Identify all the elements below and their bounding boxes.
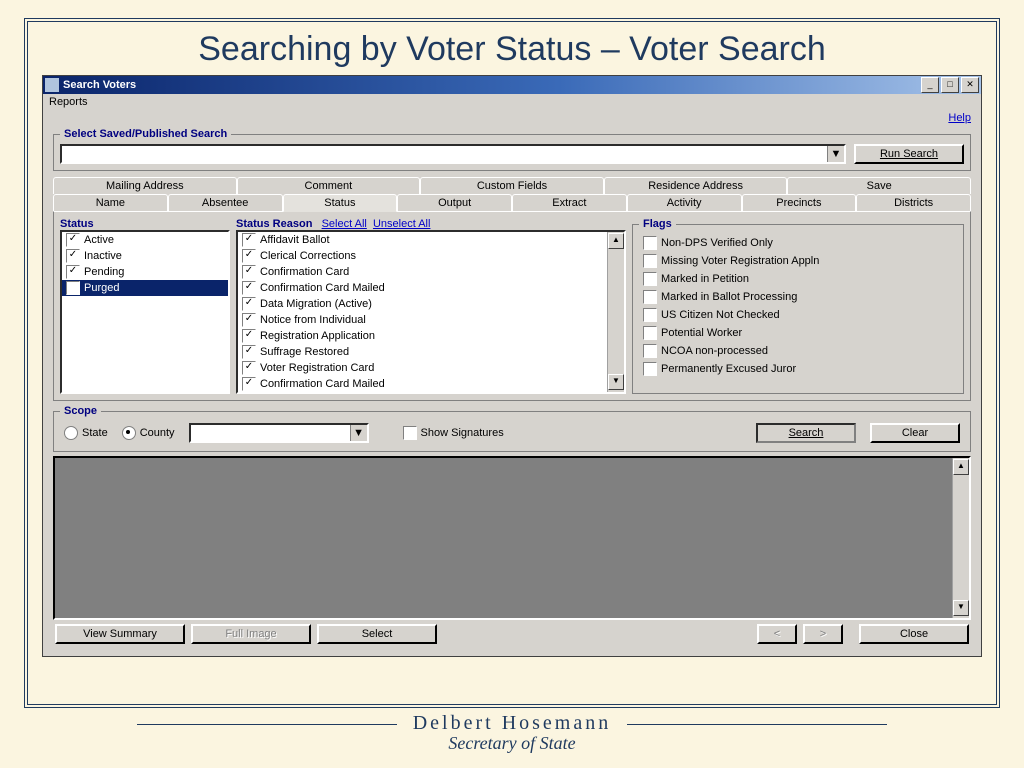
maximize-button[interactable]: □ [941,77,959,93]
select-button[interactable]: Select [317,624,437,644]
footer-office: Secretary of State [24,733,1000,754]
flag-item[interactable]: Marked in Petition [639,270,957,288]
dropdown-icon: ▼ [350,425,367,441]
status-reason-scrollbar[interactable]: ▲ ▼ [607,232,624,392]
status-reason-item[interactable]: ✓Notice from Individual [238,312,624,328]
tab-districts[interactable]: Districts [856,194,971,211]
window-titlebar: Search Voters _ □ ✕ [43,76,981,94]
status-reason-list[interactable]: ✓Affidavit Ballot✓Clerical Corrections✓C… [236,230,626,394]
status-item[interactable]: ✓Purged [62,280,228,296]
tab-name[interactable]: Name [53,194,168,211]
status-reason-item[interactable]: ✓Confirmation Card Mailed [238,376,624,392]
footer-name: Delbert Hosemann [24,712,1000,735]
flag-item[interactable]: Permanently Excused Juror [639,360,957,378]
tab-comment[interactable]: Comment [237,177,421,194]
dropdown-icon: ▼ [827,146,844,162]
window-title: Search Voters [63,79,919,91]
select-all-link[interactable]: Select All [322,218,367,230]
close-button[interactable]: Close [859,624,969,644]
results-area: ▲ ▼ [53,456,971,620]
help-link[interactable]: Help [948,112,971,124]
scroll-down-icon[interactable]: ▼ [608,374,624,390]
run-search-label: Run Search [880,148,938,160]
show-signatures-label: Show Signatures [421,427,504,439]
scroll-down-icon[interactable]: ▼ [953,600,969,616]
saved-search-group: Select Saved/Published Search ▼ Run Sear… [53,128,971,171]
bottom-toolbar: View Summary Full Image Select < > Close [53,620,971,648]
status-reason-item[interactable]: ✓Registration Application [238,328,624,344]
flag-item[interactable]: US Citizen Not Checked [639,306,957,324]
tab-residence-address[interactable]: Residence Address [604,177,788,194]
flag-item[interactable]: Marked in Ballot Processing [639,288,957,306]
flag-item[interactable]: NCOA non-processed [639,342,957,360]
status-list[interactable]: ✓Active✓Inactive✓Pending✓Purged [60,230,230,394]
clear-button[interactable]: Clear [870,423,960,443]
status-reason-item[interactable]: ✓Clerical Corrections [238,248,624,264]
status-reason-item[interactable]: ✓Data Migration (Active) [238,296,624,312]
status-reason-item[interactable]: ✓Confirmation Card Mailed [238,280,624,296]
slide-title: Searching by Voter Status – Voter Search [42,30,982,69]
tab-save[interactable]: Save [787,177,971,194]
app-icon [45,78,59,92]
menu-reports[interactable]: Reports [49,96,88,108]
status-reason-item[interactable]: ✓Confirmation Card [238,264,624,280]
tab-status[interactable]: Status [283,194,398,212]
scroll-up-icon[interactable]: ▲ [953,459,969,475]
flags-group: Flags Non-DPS Verified OnlyMissing Voter… [632,218,964,394]
tab-custom-fields[interactable]: Custom Fields [420,177,604,194]
search-label: Search [789,427,824,439]
status-item[interactable]: ✓Active [62,232,228,248]
unselect-all-link[interactable]: Unselect All [373,218,430,230]
tab-output[interactable]: Output [397,194,512,211]
scope-county-label: County [140,427,175,439]
status-item[interactable]: ✓Inactive [62,248,228,264]
status-reason-header: Status Reason [236,218,312,230]
menubar: Reports [43,94,981,110]
saved-search-legend: Select Saved/Published Search [60,128,231,140]
prev-button[interactable]: < [757,624,797,644]
tab-mailing-address[interactable]: Mailing Address [53,177,237,194]
view-summary-button[interactable]: View Summary [55,624,185,644]
flag-item[interactable]: Non-DPS Verified Only [639,234,957,252]
status-header: Status [60,218,230,230]
county-combo[interactable]: ▼ [189,423,369,443]
results-scrollbar[interactable]: ▲ ▼ [952,458,969,618]
scope-group: Scope State County ▼ Show Signatures Sea… [53,405,971,452]
scope-state-radio[interactable]: State [64,426,108,440]
flags-legend: Flags [639,218,676,230]
status-item[interactable]: ✓Pending [62,264,228,280]
status-reason-item[interactable]: ✓Suffrage Restored [238,344,624,360]
scope-legend: Scope [60,405,101,417]
minimize-button[interactable]: _ [921,77,939,93]
search-button[interactable]: Search [756,423,856,443]
next-button[interactable]: > [803,624,843,644]
tabs-container: Mailing AddressCommentCustom FieldsResid… [53,177,971,401]
status-reason-item[interactable]: ✓Affidavit Ballot [238,232,624,248]
scope-state-label: State [82,427,108,439]
scroll-up-icon[interactable]: ▲ [608,233,624,249]
flag-item[interactable]: Missing Voter Registration Appln [639,252,957,270]
status-reason-item[interactable]: ✓Voter Registration Card [238,360,624,376]
tab-panel-status: Status ✓Active✓Inactive✓Pending✓Purged S… [53,211,971,401]
close-window-button[interactable]: ✕ [961,77,979,93]
show-signatures-checkbox[interactable]: Show Signatures [403,426,504,440]
flag-item[interactable]: Potential Worker [639,324,957,342]
tab-absentee[interactable]: Absentee [168,194,283,211]
tab-activity[interactable]: Activity [627,194,742,211]
run-search-button[interactable]: Run Search [854,144,964,164]
scope-county-radio[interactable]: County [122,426,175,440]
saved-search-combo[interactable]: ▼ [60,144,846,164]
tab-extract[interactable]: Extract [512,194,627,211]
full-image-button[interactable]: Full Image [191,624,311,644]
tab-precincts[interactable]: Precincts [742,194,857,211]
search-voters-window: Search Voters _ □ ✕ Reports Help Select … [42,75,982,657]
